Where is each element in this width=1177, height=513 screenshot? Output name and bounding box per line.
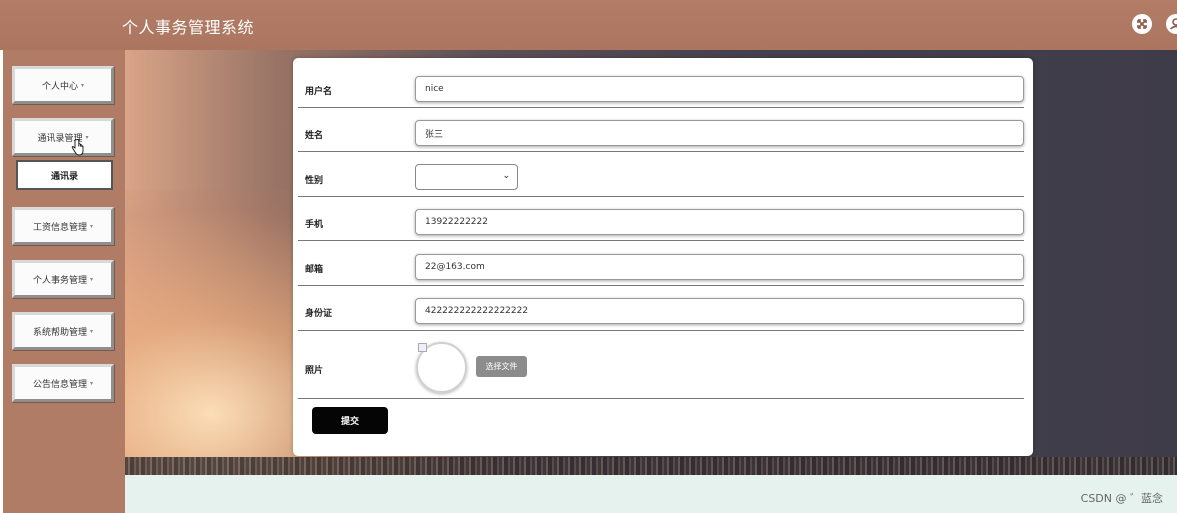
sidebar-item-label: 公告信息管理 [32, 379, 87, 390]
sidebar-item-label: 个人事务管理 [32, 275, 87, 286]
sidebar-item-label: 个人中心 [41, 81, 78, 92]
sidebar-item-personal-affairs[interactable]: 个人事务管理 ▾ [12, 260, 114, 298]
form-row-email: 邮箱 [298, 241, 1024, 286]
sidebar-item-announcement-management[interactable]: 公告信息管理 ▾ [12, 364, 114, 402]
name-label: 姓名 [305, 131, 324, 141]
form-row-username: 用户名 [298, 67, 1024, 108]
photo-preview [415, 341, 468, 394]
chevron-down-icon: ▾ [81, 81, 85, 89]
photo-label: 照片 [305, 366, 324, 376]
name-field[interactable] [415, 120, 1024, 146]
footer-band [125, 475, 1177, 513]
city-skyline [125, 457, 1177, 475]
user-icon[interactable] [1166, 14, 1177, 34]
chevron-down-icon: ▾ [90, 222, 94, 230]
profile-form-card: 用户名 姓名 性别 ⌄ 手机 邮箱 身份证 照片 选择文件 提交 [293, 58, 1033, 456]
choose-file-button[interactable]: 选择文件 [476, 356, 527, 377]
sidebar-item-label: 工资信息管理 [32, 222, 87, 233]
broken-image-icon [418, 343, 427, 352]
phone-label: 手机 [305, 220, 324, 230]
username-field[interactable] [415, 76, 1024, 102]
phone-field[interactable] [415, 209, 1024, 235]
username-label: 用户名 [305, 87, 333, 97]
sidebar: 个人中心 ▾ 通讯录管理 ▾ 通讯录 工资信息管理 ▾ 个人事务管理 ▾ 系统帮… [3, 50, 125, 513]
form-row-gender: 性别 ⌄ [298, 152, 1024, 197]
chevron-down-icon: ▾ [90, 327, 94, 335]
id-card-field[interactable] [415, 298, 1024, 324]
email-label: 邮箱 [305, 265, 324, 275]
submenu-item-contacts[interactable]: 通讯录 [16, 160, 113, 190]
chevron-down-icon: ▾ [85, 133, 89, 141]
app-title: 个人事务管理系统 [122, 18, 255, 37]
chevron-down-icon: ⌄ [502, 171, 510, 181]
sidebar-item-help-management[interactable]: 系统帮助管理 ▾ [12, 312, 114, 350]
watermark: CSDN @ ゛蓝念 [1080, 492, 1163, 505]
gender-select[interactable]: ⌄ [415, 164, 518, 190]
email-field[interactable] [415, 254, 1024, 280]
gender-label: 性别 [305, 176, 324, 186]
form-row-id-card: 身份证 [298, 286, 1024, 331]
sidebar-item-personal-center[interactable]: 个人中心 ▾ [12, 66, 114, 104]
chevron-down-icon: ▾ [90, 275, 94, 283]
fullscreen-icon[interactable] [1132, 14, 1152, 34]
top-bar: 个人事务管理系统 [0, 0, 1177, 50]
id-card-label: 身份证 [305, 309, 333, 319]
submit-button[interactable]: 提交 [312, 407, 388, 434]
hand-pointer-icon [71, 139, 84, 160]
form-row-photo: 照片 选择文件 [298, 331, 1024, 399]
form-row-phone: 手机 [298, 197, 1024, 241]
sidebar-item-contacts-management[interactable]: 通讯录管理 ▾ [12, 118, 114, 156]
chevron-down-icon: ▾ [90, 379, 94, 387]
sidebar-item-label: 系统帮助管理 [32, 327, 87, 338]
form-row-name: 姓名 [298, 108, 1024, 152]
sidebar-item-salary-management[interactable]: 工资信息管理 ▾ [12, 207, 114, 245]
